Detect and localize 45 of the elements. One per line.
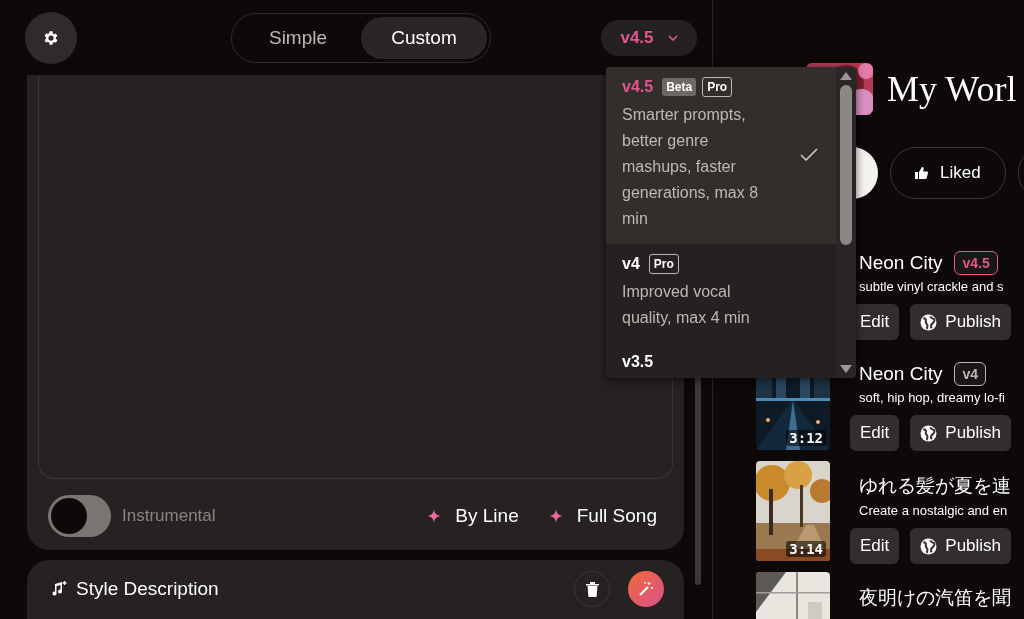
magic-button[interactable]	[628, 571, 664, 607]
edit-button[interactable]: Edit	[850, 528, 900, 564]
checkmark-icon	[800, 148, 818, 161]
publish-button[interactable]: Publish	[910, 415, 1012, 451]
model-select[interactable]: v4.5	[601, 19, 697, 56]
page-title: My Worl	[887, 68, 1017, 110]
thumbs-up-icon	[915, 167, 928, 179]
scroll-down-icon	[839, 364, 853, 374]
song-title: 夜明けの汽笛を聞	[859, 586, 1011, 610]
globe-icon	[920, 313, 938, 331]
model-option[interactable]: v4.5 Beta Pro Smarter prompts, better genre mashups, faster generations, max 8 min	[606, 67, 836, 244]
edit-button[interactable]: Edit	[850, 415, 900, 451]
scroll-up-icon	[839, 71, 853, 81]
scrollbar[interactable]	[836, 67, 856, 378]
song-description: Create a nostalgic and en	[858, 503, 1009, 518]
magic-wand-icon	[638, 581, 654, 597]
mode-tab[interactable]: Custom	[361, 16, 487, 59]
globe-icon	[920, 424, 938, 442]
chevron-icon	[667, 34, 678, 41]
section-title: Style Description	[76, 578, 219, 600]
instrumental-toggle[interactable]	[48, 495, 111, 537]
sparkle-icon	[548, 509, 563, 523]
trash-icon	[585, 581, 599, 597]
music-note-icon	[50, 580, 68, 598]
song-description: subtle vinyl crackle and s	[858, 279, 1005, 294]
duration-label: 3:12	[786, 430, 826, 446]
generate-button[interactable]: By Line	[421, 504, 525, 528]
settings-button[interactable]	[25, 11, 77, 64]
settings-icon	[42, 28, 60, 47]
song-description: soft, hip hop, dreamy lo-fi	[858, 390, 1006, 405]
sparkle-icon	[427, 509, 442, 523]
song-title: Neon City	[859, 363, 943, 385]
generate-button[interactable]: Full Song	[542, 504, 663, 528]
publish-button[interactable]: Publish	[910, 304, 1012, 340]
version-tag: v4.5	[954, 251, 998, 275]
publish-button[interactable]: Publish	[910, 528, 1012, 564]
model-option[interactable]: v4 Pro Improved vocal quality, max 4 min	[606, 244, 836, 343]
song-title: ゆれる髪が夏を連	[859, 474, 1011, 498]
song-title: Neon City	[859, 252, 943, 274]
instrumental-label: Instrumental	[122, 506, 216, 526]
model-option[interactable]: v3.5	[606, 343, 836, 378]
globe-icon	[920, 537, 938, 555]
duration-label: 3:14	[786, 541, 826, 557]
version-tag: v4	[954, 362, 986, 386]
mode-tab[interactable]: Simple	[235, 16, 361, 59]
